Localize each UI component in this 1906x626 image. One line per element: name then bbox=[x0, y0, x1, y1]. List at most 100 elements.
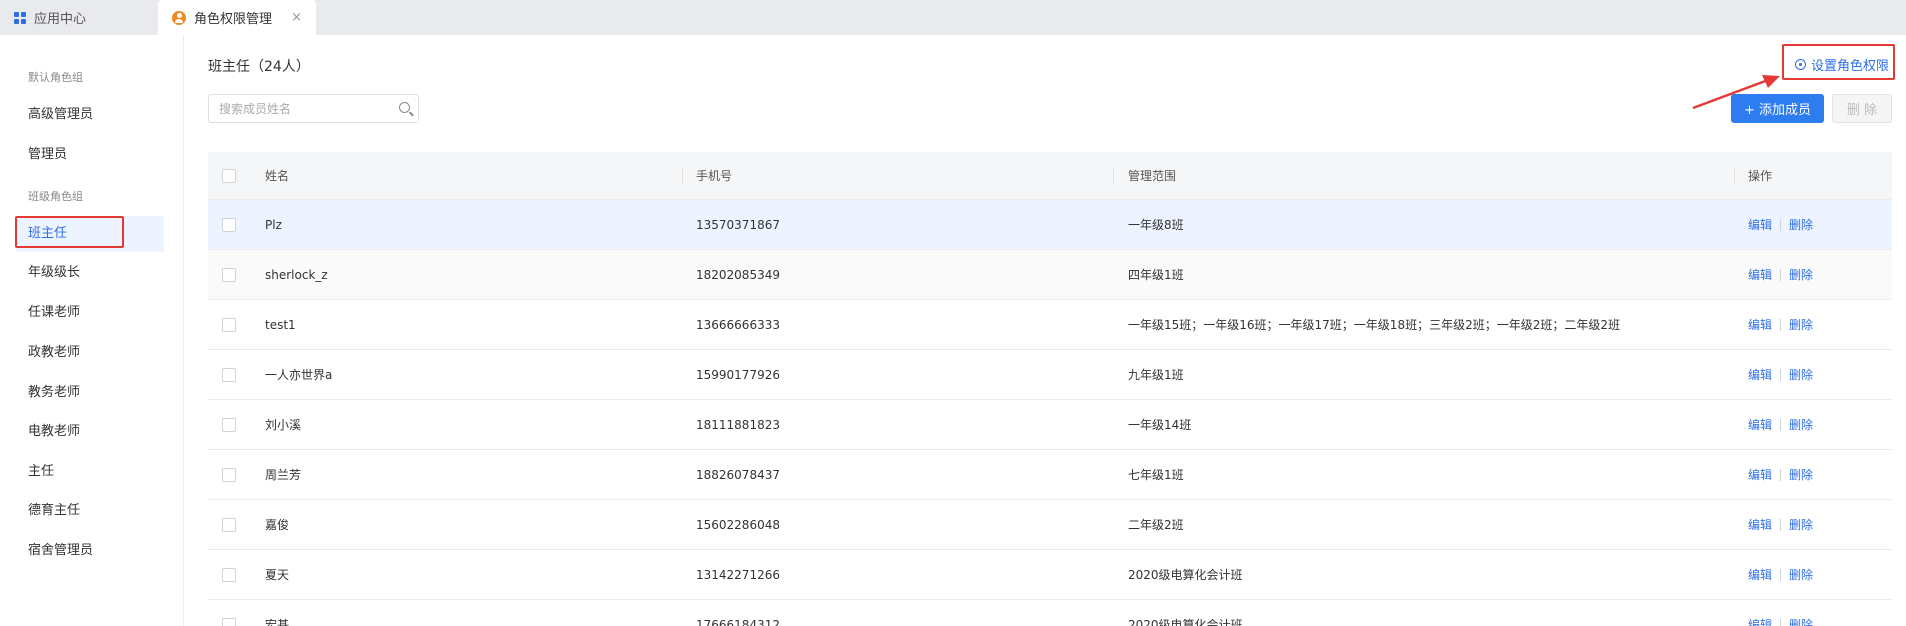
tab-bar: 应用中心 角色权限管理 × bbox=[0, 0, 1906, 35]
edit-link[interactable]: 编辑 bbox=[1748, 416, 1772, 433]
table-row: test1 13666666333 一年级15班；一年级16班；一年级17班；一… bbox=[208, 300, 1892, 350]
cell-ops: 编辑 删除 bbox=[1748, 550, 1813, 599]
header-scope: 管理范围 bbox=[1128, 169, 1177, 183]
cell-phone: 18111881823 bbox=[696, 417, 780, 432]
cell-scope: 一年级8班 bbox=[1128, 218, 1184, 232]
column-divider bbox=[1734, 168, 1735, 184]
row-checkbox[interactable] bbox=[222, 317, 236, 332]
cell-ops: 编辑 删除 bbox=[1748, 450, 1813, 499]
search-icon[interactable] bbox=[399, 102, 410, 113]
member-table: 姓名 手机号 管理范围 操作 Plz 13570371867 一年级8班 编辑 … bbox=[208, 152, 1892, 626]
cell-name: 嘉俊 bbox=[265, 518, 290, 532]
delete-button[interactable]: 删 除 bbox=[1832, 94, 1892, 123]
sidebar-item-grade-leader[interactable]: 年级级长 bbox=[16, 255, 164, 291]
sidebar-item-senior-admin[interactable]: 高级管理员 bbox=[16, 97, 164, 133]
sidebar-item-av-teacher[interactable]: 电教老师 bbox=[16, 414, 164, 450]
sidebar-item-subject-teacher[interactable]: 任课老师 bbox=[16, 295, 164, 331]
op-divider bbox=[1780, 318, 1782, 331]
tab-app-center[interactable]: 应用中心 bbox=[0, 0, 156, 35]
op-divider bbox=[1780, 268, 1782, 281]
cell-scope: 2020级电算化会计班 bbox=[1128, 618, 1243, 626]
cell-ops: 编辑 删除 bbox=[1748, 250, 1813, 299]
cell-scope: 九年级1班 bbox=[1128, 368, 1184, 382]
sidebar-item-director[interactable]: 主任 bbox=[16, 454, 164, 490]
cell-phone: 13666666333 bbox=[696, 317, 780, 332]
cell-phone: 15602286048 bbox=[696, 517, 780, 532]
edit-link[interactable]: 编辑 bbox=[1748, 366, 1772, 383]
delete-link[interactable]: 删除 bbox=[1789, 566, 1813, 583]
op-divider bbox=[1780, 568, 1782, 581]
table-row: 宏基 17666184312 2020级电算化会计班 编辑 删除 bbox=[208, 600, 1892, 626]
edit-link[interactable]: 编辑 bbox=[1748, 616, 1772, 626]
delete-link[interactable]: 删除 bbox=[1789, 316, 1813, 333]
tab-label: 角色权限管理 bbox=[194, 12, 273, 27]
row-checkbox[interactable] bbox=[222, 467, 236, 482]
cell-phone: 18826078437 bbox=[696, 467, 780, 482]
cell-phone: 13142271266 bbox=[696, 567, 780, 582]
sidebar-item-academic-teacher[interactable]: 教务老师 bbox=[16, 375, 164, 411]
select-all-checkbox[interactable] bbox=[222, 168, 236, 183]
op-divider bbox=[1780, 218, 1782, 231]
close-icon[interactable]: × bbox=[291, 10, 302, 25]
row-checkbox[interactable] bbox=[222, 517, 236, 532]
edit-link[interactable]: 编辑 bbox=[1748, 466, 1772, 483]
cell-scope: 2020级电算化会计班 bbox=[1128, 568, 1243, 582]
edit-link[interactable]: 编辑 bbox=[1748, 216, 1772, 233]
table-row: 周兰芳 18826078437 七年级1班 编辑 删除 bbox=[208, 450, 1892, 500]
header-phone: 手机号 bbox=[696, 169, 733, 183]
cell-scope: 七年级1班 bbox=[1128, 468, 1184, 482]
edit-link[interactable]: 编辑 bbox=[1748, 516, 1772, 533]
delete-link[interactable]: 删除 bbox=[1789, 416, 1813, 433]
cell-scope: 二年级2班 bbox=[1128, 518, 1184, 532]
table-row: 嘉俊 15602286048 二年级2班 编辑 删除 bbox=[208, 500, 1892, 550]
edit-link[interactable]: 编辑 bbox=[1748, 266, 1772, 283]
tab-label: 应用中心 bbox=[34, 12, 87, 27]
edit-link[interactable]: 编辑 bbox=[1748, 566, 1772, 583]
cell-name: test1 bbox=[265, 317, 296, 332]
delete-link[interactable]: 删除 bbox=[1789, 216, 1813, 233]
annotation-box-sidebar bbox=[15, 216, 124, 248]
row-checkbox[interactable] bbox=[222, 217, 236, 232]
header-name: 姓名 bbox=[265, 169, 290, 183]
sidebar-item-dorm-manager[interactable]: 宿舍管理员 bbox=[16, 533, 164, 569]
cell-ops: 编辑 删除 bbox=[1748, 400, 1813, 449]
table-header: 姓名 手机号 管理范围 操作 bbox=[208, 152, 1892, 200]
tab-role-permission[interactable]: 角色权限管理 × bbox=[158, 0, 316, 35]
user-icon bbox=[172, 10, 186, 25]
delete-link[interactable]: 删除 bbox=[1789, 516, 1813, 533]
op-divider bbox=[1780, 618, 1782, 626]
cell-name: 周兰芳 bbox=[265, 468, 302, 482]
table-body: Plz 13570371867 一年级8班 编辑 删除 sherlock_z 1… bbox=[208, 200, 1892, 626]
table-row: Plz 13570371867 一年级8班 编辑 删除 bbox=[208, 200, 1892, 250]
row-checkbox[interactable] bbox=[222, 617, 236, 626]
row-checkbox[interactable] bbox=[222, 267, 236, 282]
cell-ops: 编辑 删除 bbox=[1748, 500, 1813, 549]
add-member-button[interactable]: + 添加成员 bbox=[1731, 94, 1824, 123]
delete-link[interactable]: 删除 bbox=[1789, 616, 1813, 626]
sidebar-item-moral-director[interactable]: 德育主任 bbox=[16, 493, 164, 529]
table-row: 一人亦世界a 15990177926 九年级1班 编辑 删除 bbox=[208, 350, 1892, 400]
cell-name: 一人亦世界a bbox=[265, 368, 333, 382]
sidebar: 默认角色组 高级管理员 管理员 班级角色组 班主任 年级级长 任课老师 政教老师… bbox=[0, 35, 184, 626]
sidebar-item-moral-teacher[interactable]: 政教老师 bbox=[16, 335, 164, 371]
table-row: 刘小溪 18111881823 一年级14班 编辑 删除 bbox=[208, 400, 1892, 450]
sidebar-item-admin[interactable]: 管理员 bbox=[16, 137, 164, 173]
delete-link[interactable]: 删除 bbox=[1789, 366, 1813, 383]
annotation-box-permission bbox=[1782, 44, 1895, 80]
delete-link[interactable]: 删除 bbox=[1789, 466, 1813, 483]
search-input[interactable] bbox=[209, 95, 389, 122]
row-checkbox[interactable] bbox=[222, 417, 236, 432]
row-checkbox[interactable] bbox=[222, 367, 236, 382]
edit-link[interactable]: 编辑 bbox=[1748, 316, 1772, 333]
cell-scope: 一年级15班；一年级16班；一年级17班；一年级18班；三年级2班；一年级2班；… bbox=[1128, 318, 1620, 332]
column-divider bbox=[682, 168, 683, 184]
delete-link[interactable]: 删除 bbox=[1789, 266, 1813, 283]
row-checkbox[interactable] bbox=[222, 567, 236, 582]
column-divider bbox=[1113, 168, 1114, 184]
cell-name: 宏基 bbox=[265, 618, 290, 626]
cell-phone: 18202085349 bbox=[696, 267, 780, 282]
sidebar-group-class: 班级角色组 bbox=[28, 190, 83, 203]
search-box bbox=[208, 94, 419, 123]
op-divider bbox=[1780, 368, 1782, 381]
cell-ops: 编辑 删除 bbox=[1748, 600, 1813, 626]
